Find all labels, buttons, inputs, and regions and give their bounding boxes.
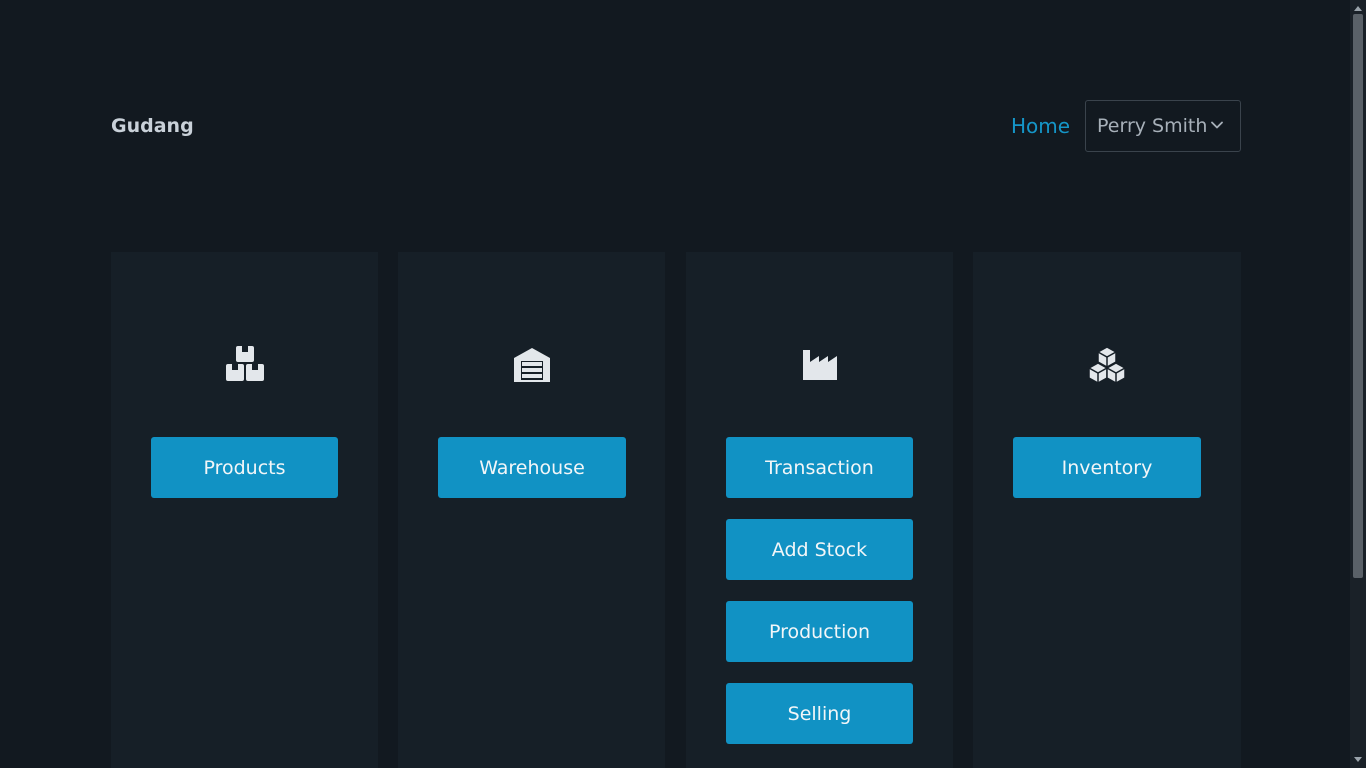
- scroll-down-arrow-icon[interactable]: [1354, 757, 1362, 762]
- selling-button[interactable]: Selling: [726, 683, 913, 744]
- add-stock-button[interactable]: Add Stock: [726, 519, 913, 580]
- scroll-up-arrow-icon[interactable]: [1354, 6, 1362, 11]
- brand-logo[interactable]: Gudang: [111, 115, 194, 137]
- card-transaction: Transaction Add Stock Production Selling: [686, 252, 953, 768]
- products-button[interactable]: Products: [151, 437, 338, 498]
- cubes-icon: [1088, 346, 1126, 384]
- card-warehouse: Warehouse: [398, 252, 665, 768]
- chevron-down-icon: [1211, 121, 1223, 129]
- user-select-value: Perry Smith: [1097, 115, 1208, 137]
- production-button[interactable]: Production: [726, 601, 913, 662]
- scrollbar-thumb[interactable]: [1353, 14, 1363, 578]
- warehouse-button[interactable]: Warehouse: [438, 437, 626, 498]
- card-products: Products: [111, 252, 378, 768]
- boxes-icon: [225, 346, 264, 381]
- user-select[interactable]: Perry Smith: [1085, 100, 1241, 152]
- page-scrollbar[interactable]: [1350, 0, 1366, 768]
- nav-home-link[interactable]: Home: [1011, 114, 1070, 138]
- inventory-button[interactable]: Inventory: [1013, 437, 1201, 498]
- card-inventory: Inventory: [973, 252, 1241, 768]
- transaction-button[interactable]: Transaction: [726, 437, 913, 498]
- page: Gudang Home Perry Smith Products Warehou…: [0, 0, 1366, 768]
- industry-icon: [802, 350, 837, 380]
- warehouse-icon: [513, 348, 550, 382]
